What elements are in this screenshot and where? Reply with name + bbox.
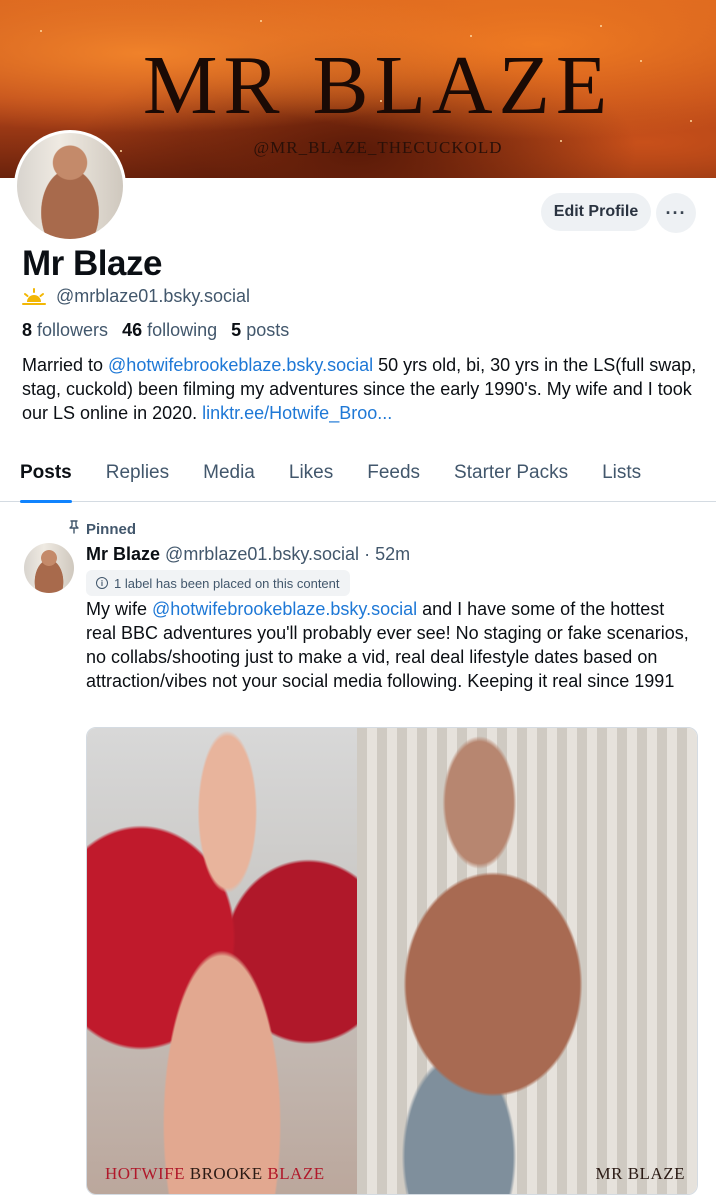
media-image-right[interactable]: MR BLAZE — [357, 728, 697, 1194]
post-text: My wife @hotwifebrookeblaze.bsky.social … — [86, 599, 689, 691]
edit-profile-button[interactable]: Edit Profile — [541, 193, 651, 231]
info-icon: i — [96, 577, 108, 589]
post-author-avatar[interactable] — [24, 543, 74, 593]
more-options-button[interactable]: ··· — [656, 193, 696, 233]
display-name: Mr Blaze — [22, 244, 162, 283]
post-mention-link[interactable]: @hotwifebrookeblaze.bsky.social — [152, 599, 417, 619]
label-notice-text: 1 label has been placed on this content — [114, 575, 340, 591]
media-caption-right: MR BLAZE — [595, 1164, 685, 1183]
bio-external-link[interactable]: linktr.ee/Hotwife_Broo... — [202, 403, 392, 423]
bio-mention-link[interactable]: @hotwifebrookeblaze.bsky.social — [108, 355, 373, 375]
pinned-indicator: Pinned — [68, 520, 136, 538]
posts-count: 5 posts — [231, 320, 290, 340]
media-image-left[interactable]: HOTWIFE BROOKE BLAZE — [87, 728, 357, 1194]
profile-stats: 8 followers 46 following 5 posts — [22, 320, 289, 341]
media-caption-left: HOTWIFE BROOKE BLAZE — [105, 1164, 325, 1183]
content-label-notice[interactable]: i 1 label has been placed on this conten… — [86, 570, 350, 596]
ellipsis-icon: ··· — [665, 202, 687, 223]
tab-media[interactable]: Media — [203, 454, 255, 502]
sunrise-icon — [22, 287, 46, 307]
profile-handle: @mrblaze01.bsky.social — [56, 286, 251, 306]
post-header: Mr Blaze @mrblaze01.bsky.social · 52m — [86, 544, 410, 565]
pinned-label: Pinned — [86, 520, 137, 538]
tab-starter-packs[interactable]: Starter Packs — [454, 454, 568, 502]
tab-feeds[interactable]: Feeds — [367, 454, 420, 502]
pin-icon — [68, 520, 80, 538]
profile-bio: Married to @hotwifebrookeblaze.bsky.soci… — [22, 355, 697, 423]
banner-title: MR BLAZE — [142, 39, 614, 132]
following-link[interactable]: 46 following — [122, 320, 217, 341]
post-author-handle[interactable]: @mrblaze01.bsky.social — [165, 544, 359, 564]
tab-posts[interactable]: Posts — [20, 454, 72, 503]
tab-lists[interactable]: Lists — [602, 454, 641, 502]
profile-avatar[interactable] — [14, 130, 126, 242]
post-author-name[interactable]: Mr Blaze — [86, 544, 160, 564]
post-media[interactable]: HOTWIFE BROOKE BLAZE MR BLAZE — [86, 727, 698, 1195]
tab-likes[interactable]: Likes — [289, 454, 333, 502]
profile-tabs: Posts Replies Media Likes Feeds Starter … — [0, 454, 716, 503]
post-separator: · — [364, 544, 371, 564]
followers-link[interactable]: 8 followers — [22, 320, 108, 341]
tab-replies[interactable]: Replies — [106, 454, 169, 502]
handle-row: @mrblaze01.bsky.social — [22, 286, 250, 307]
post-timestamp[interactable]: 52m — [375, 544, 410, 564]
